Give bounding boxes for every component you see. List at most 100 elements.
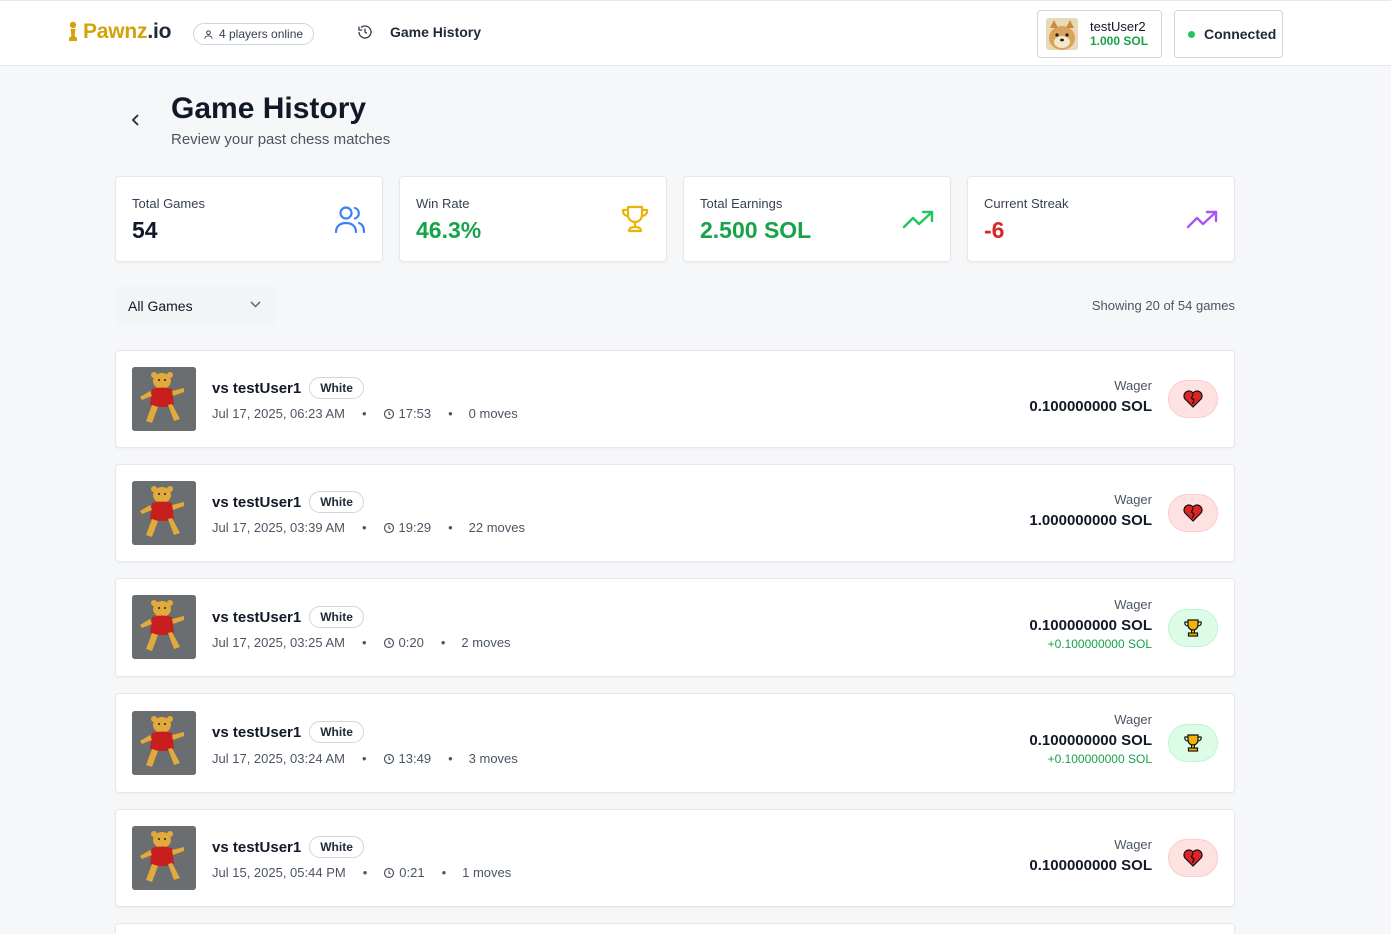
opponent-name: vs testUser1: [212, 493, 302, 511]
wager-amount: 1.000000000 SOL: [1029, 512, 1152, 529]
result-win-badge: [1168, 609, 1218, 647]
user-profile-button[interactable]: testUser2 1.000 SOL: [1037, 10, 1162, 58]
pawn-icon: [69, 21, 77, 41]
wager-label: Wager: [1114, 492, 1152, 507]
separator-dot: •: [441, 865, 447, 880]
game-duration: 0:20: [398, 635, 424, 650]
opponent-avatar: [132, 711, 196, 775]
wager-label: Wager: [1114, 712, 1152, 727]
stat-current-streak: Current Streak -6: [967, 176, 1235, 262]
trending-up-icon: [902, 210, 934, 229]
move-count: 3 moves: [468, 751, 518, 766]
move-count: 22 moves: [468, 520, 526, 535]
logo-text: Pawnz.io: [83, 20, 172, 43]
stat-label: Current Streak: [984, 196, 1069, 211]
result-win-badge: [1168, 724, 1218, 762]
wager-amount: 0.100000000 SOL: [1029, 732, 1152, 749]
user-icon: [204, 29, 213, 39]
user-balance: 1.000 SOL: [1090, 34, 1149, 48]
game-duration: 17:53: [398, 406, 432, 421]
wager-amount: 0.100000000 SOL: [1029, 398, 1152, 415]
status-dot-icon: [1188, 30, 1195, 38]
trophy-icon: [621, 205, 649, 233]
broken-heart-icon: [1183, 849, 1203, 867]
game-date: Jul 17, 2025, 03:39 AM: [212, 520, 345, 535]
opponent-avatar: [132, 481, 196, 545]
game-row[interactable]: [115, 923, 1235, 934]
broken-heart-icon: [1183, 504, 1203, 522]
opponent-name: vs testUser1: [212, 379, 302, 397]
winnings-amount: +0.100000000 SOL: [1047, 637, 1152, 651]
opponent-name: vs testUser1: [212, 838, 302, 856]
game-filter-select[interactable]: All Games: [116, 286, 275, 326]
opponent-name: vs testUser1: [212, 723, 302, 741]
separator-dot: •: [361, 406, 367, 421]
page-subtitle: Review your past chess matches: [171, 131, 391, 148]
clock-icon: [383, 753, 394, 764]
game-duration: 19:29: [398, 520, 432, 535]
clock-icon: [383, 522, 394, 533]
trophy-icon: [1183, 733, 1203, 753]
separator-dot: •: [361, 751, 367, 766]
username: testUser2: [1090, 19, 1146, 34]
opponent-name: vs testUser1: [212, 608, 302, 626]
trending-up-icon: [1186, 210, 1218, 229]
game-date: Jul 15, 2025, 05:44 PM: [212, 865, 346, 880]
online-players-badge: 4 players online: [193, 23, 315, 45]
clock-icon: [384, 867, 395, 878]
result-loss-badge: [1168, 494, 1218, 532]
separator-dot: •: [448, 751, 453, 766]
users-icon: [334, 206, 366, 234]
logo[interactable]: Pawnz.io: [67, 20, 171, 44]
game-row[interactable]: vs testUser1 White Jul 17, 2025, 03:25 A…: [115, 578, 1235, 677]
piece-color-badge: White: [309, 606, 364, 628]
broken-heart-icon: [1183, 390, 1203, 408]
opponent-avatar: [132, 367, 196, 431]
move-count: 2 moves: [461, 635, 511, 650]
winnings-amount: +0.100000000 SOL: [1047, 752, 1152, 766]
result-loss-badge: [1168, 839, 1218, 877]
nav-game-history-label: Game History: [390, 24, 482, 40]
stat-label: Win Rate: [416, 196, 470, 211]
game-date: Jul 17, 2025, 03:24 AM: [212, 751, 345, 766]
game-row[interactable]: vs testUser1 White Jul 15, 2025, 05:44 P…: [115, 809, 1235, 907]
game-row[interactable]: vs testUser1 White Jul 17, 2025, 03:24 A…: [115, 693, 1235, 793]
separator-dot: •: [448, 406, 453, 421]
move-count: 0 moves: [468, 406, 518, 421]
piece-color-badge: White: [309, 836, 364, 858]
wager-amount: 0.100000000 SOL: [1029, 617, 1152, 634]
game-date: Jul 17, 2025, 06:23 AM: [212, 406, 345, 421]
piece-color-badge: White: [309, 721, 364, 743]
separator-dot: •: [440, 635, 446, 650]
trophy-icon: [1183, 618, 1203, 638]
page-title: Game History: [171, 92, 367, 125]
stat-value: -6: [984, 217, 1005, 243]
result-loss-badge: [1168, 380, 1218, 418]
nav-game-history[interactable]: Game History: [357, 24, 481, 40]
move-count: 1 moves: [462, 865, 512, 880]
connection-status: Connected: [1204, 26, 1277, 42]
wallet-connected-button[interactable]: Connected: [1174, 10, 1283, 58]
filter-selected-value: All Games: [128, 298, 193, 314]
back-button[interactable]: [126, 110, 146, 130]
stat-value: 46.3%: [416, 217, 482, 243]
stat-total-earnings: Total Earnings 2.500 SOL: [683, 176, 951, 262]
stat-total-games: Total Games 54: [115, 176, 383, 262]
chevron-left-icon: [131, 114, 139, 126]
results-count: Showing 20 of 54 games: [1091, 298, 1235, 313]
stat-label: Total Earnings: [700, 196, 783, 211]
top-bar: Pawnz.io 4 players online Game History t…: [0, 0, 1391, 66]
game-row[interactable]: vs testUser1 White Jul 17, 2025, 06:23 A…: [115, 350, 1235, 448]
clock-icon: [383, 408, 394, 419]
user-avatar: [1046, 18, 1078, 50]
game-date: Jul 17, 2025, 03:25 AM: [212, 635, 345, 650]
stat-value: 54: [132, 217, 158, 243]
game-row[interactable]: vs testUser1 White Jul 17, 2025, 03:39 A…: [115, 464, 1235, 562]
wager-label: Wager: [1114, 378, 1152, 393]
wager-label: Wager: [1114, 597, 1152, 612]
clock-icon: [383, 637, 394, 648]
piece-color-badge: White: [309, 491, 364, 513]
separator-dot: •: [361, 520, 367, 535]
game-duration: 0:21: [399, 865, 425, 880]
separator-dot: •: [362, 865, 368, 880]
